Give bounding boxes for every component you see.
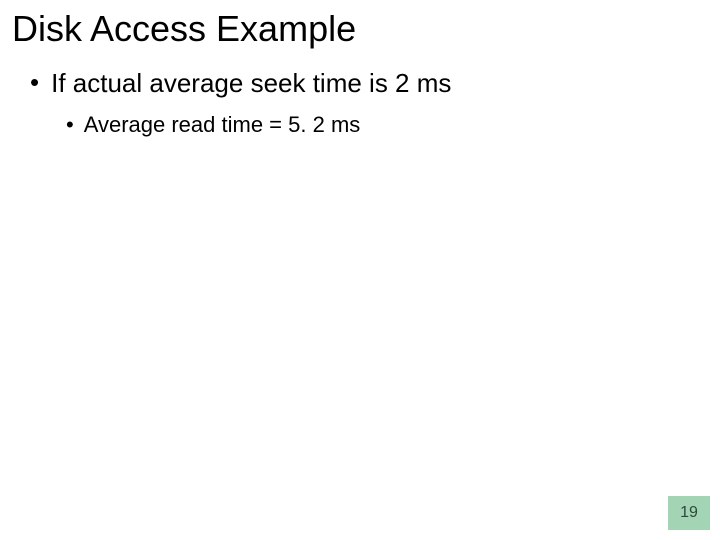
bullet-level-2: • Average read time = 5. 2 ms — [66, 112, 708, 138]
slide: Disk Access Example • If actual average … — [0, 0, 720, 540]
page-number-badge: 19 — [668, 496, 710, 530]
slide-title: Disk Access Example — [12, 8, 708, 50]
page-number: 19 — [680, 504, 698, 522]
bullet-dot-icon: • — [66, 112, 74, 138]
bullet-text: If actual average seek time is 2 ms — [51, 68, 451, 98]
bullet-text: Average read time = 5. 2 ms — [84, 112, 361, 138]
bullet-level-1: • If actual average seek time is 2 ms — [30, 68, 708, 98]
bullet-dot-icon: • — [30, 68, 39, 96]
